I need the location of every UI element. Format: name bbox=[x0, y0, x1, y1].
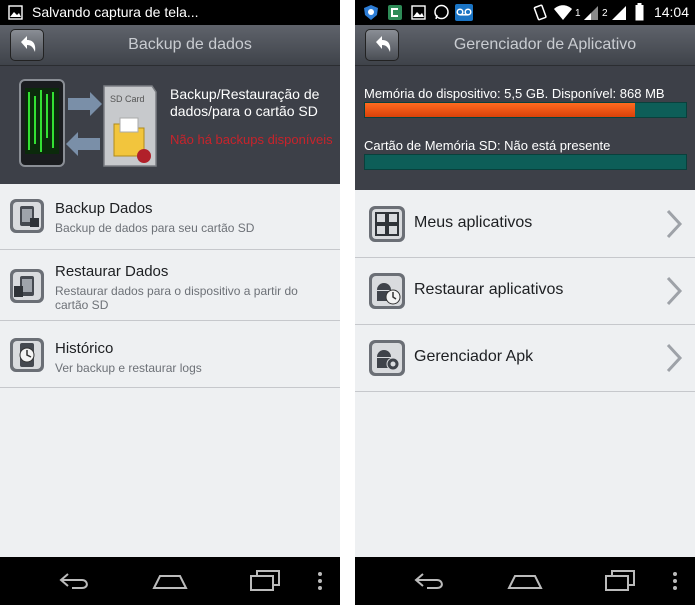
chevron-right-icon bbox=[666, 276, 683, 306]
phone-restore-icon bbox=[10, 269, 44, 303]
banner-title: Backup/Restauração de dados/para o cartã… bbox=[170, 86, 320, 119]
wifi-icon bbox=[554, 5, 572, 20]
chevron-right-icon bbox=[666, 343, 683, 373]
restore-data-item[interactable]: Restaurar Dados Restaurar dados para o d… bbox=[0, 250, 340, 321]
app-notification-icon bbox=[388, 5, 402, 20]
home-nav-icon[interactable] bbox=[507, 570, 543, 590]
device-memory-bar bbox=[364, 102, 687, 118]
recents-nav-icon[interactable] bbox=[603, 569, 637, 591]
signal-sim1-icon bbox=[584, 6, 598, 20]
sim1-label: 1 bbox=[575, 8, 581, 19]
item-subtitle: Backup de dados para seu cartão SD bbox=[55, 221, 255, 235]
item-title: Backup Dados bbox=[55, 200, 153, 217]
apk-manager-item[interactable]: Gerenciador Apk bbox=[355, 325, 695, 392]
gallery-icon bbox=[411, 5, 426, 20]
battery-icon bbox=[635, 3, 644, 21]
page-title: Gerenciador de Aplicativo bbox=[453, 36, 637, 53]
title-bar: Gerenciador de Aplicativo bbox=[355, 25, 695, 66]
sd-card-bar bbox=[364, 154, 687, 170]
apps-grid-icon bbox=[369, 206, 405, 242]
shield-icon bbox=[364, 5, 378, 20]
screenshot-icon bbox=[8, 5, 23, 20]
back-arrow-icon bbox=[376, 36, 391, 52]
status-text: Salvando captura de tela... bbox=[32, 4, 199, 20]
back-nav-icon[interactable] bbox=[58, 571, 92, 591]
history-item[interactable]: Histórico Ver backup e restaurar logs bbox=[0, 321, 340, 388]
backup-banner: SD Card Backup/Restauração de dados/para… bbox=[0, 66, 340, 184]
back-nav-icon[interactable] bbox=[413, 571, 447, 591]
item-subtitle: Ver backup e restaurar logs bbox=[55, 361, 202, 375]
sd-card-status-label: Cartão de Memória SD: Não está presente bbox=[364, 138, 611, 153]
storage-panel: Memória do dispositivo: 5,5 GB. Disponív… bbox=[355, 66, 695, 190]
app-manager-screen: 1 2 14:04 Gerenciador de Aplicativo Memó… bbox=[355, 0, 695, 605]
back-arrow-icon bbox=[21, 36, 36, 52]
item-title: Histórico bbox=[55, 340, 114, 357]
status-bar: Salvando captura de tela... bbox=[0, 0, 340, 25]
signal-sim2-icon bbox=[612, 6, 626, 20]
no-backups-warning: Não há backups disponíveis bbox=[170, 132, 333, 147]
vibrate-icon bbox=[533, 4, 547, 21]
item-title: Restaurar Dados bbox=[55, 263, 169, 280]
item-title: Gerenciador Apk bbox=[414, 348, 534, 365]
whatsapp-icon bbox=[434, 4, 449, 20]
sd-card-label: SD Card bbox=[110, 94, 145, 104]
android-restore-icon bbox=[369, 273, 405, 309]
android-gear-icon bbox=[369, 340, 405, 376]
clock: 14:04 bbox=[653, 4, 689, 20]
recents-nav-icon[interactable] bbox=[248, 569, 282, 591]
back-button[interactable] bbox=[10, 29, 44, 61]
status-bar: 1 2 14:04 bbox=[355, 0, 695, 25]
my-apps-item[interactable]: Meus aplicativos bbox=[355, 191, 695, 258]
navigation-bar bbox=[355, 557, 695, 605]
title-bar: Backup de dados bbox=[0, 25, 340, 66]
navigation-bar bbox=[0, 557, 340, 605]
page-title: Backup de dados bbox=[128, 36, 252, 53]
backup-data-item[interactable]: Backup Dados Backup de dados para seu ca… bbox=[0, 184, 340, 250]
clock-history-icon bbox=[10, 338, 44, 372]
back-button[interactable] bbox=[365, 29, 399, 61]
device-memory-used-fill bbox=[365, 103, 635, 117]
sim2-label: 2 bbox=[602, 8, 608, 19]
phone-to-sd-illustration: SD Card bbox=[19, 79, 157, 167]
restore-apps-item[interactable]: Restaurar aplicativos bbox=[355, 258, 695, 325]
home-nav-icon[interactable] bbox=[152, 570, 188, 590]
phone-backup-icon bbox=[10, 199, 44, 233]
backup-screen: Salvando captura de tela... Backup de da… bbox=[0, 0, 340, 605]
overflow-menu-icon[interactable] bbox=[671, 571, 679, 591]
device-memory-label: Memória do dispositivo: 5,5 GB. Disponív… bbox=[364, 86, 665, 101]
item-title: Restaurar aplicativos bbox=[414, 281, 564, 298]
item-subtitle: Restaurar dados para o dispositivo a par… bbox=[55, 284, 298, 312]
voicemail-icon bbox=[455, 4, 473, 21]
chevron-right-icon bbox=[666, 209, 683, 239]
overflow-menu-icon[interactable] bbox=[316, 571, 324, 591]
item-title: Meus aplicativos bbox=[414, 214, 533, 231]
